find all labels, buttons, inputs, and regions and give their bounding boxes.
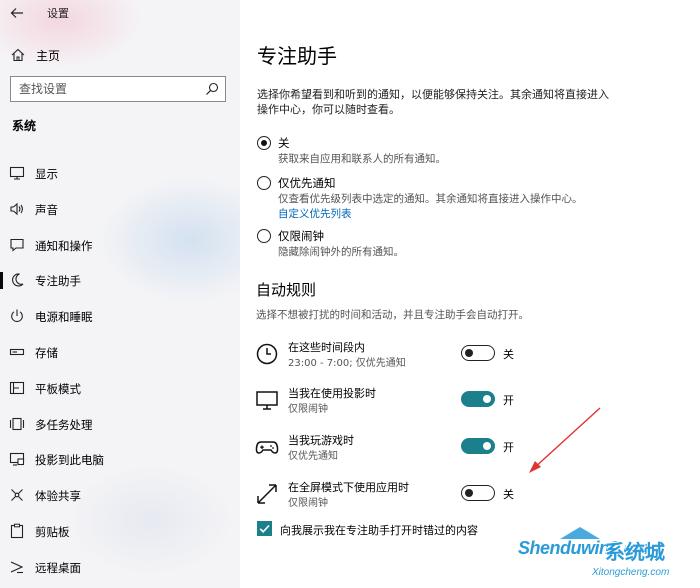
sidebar-item-label: 平板模式 bbox=[35, 381, 81, 396]
sidebar-item-label: 存储 bbox=[35, 345, 58, 360]
rule-time-window: 在这些时间段内 23:00 - 7:00; 仅优先通知 关 bbox=[255, 339, 555, 373]
home-icon bbox=[11, 48, 25, 62]
settings-window: 设置 主页 系统 显示 bbox=[0, 0, 700, 588]
gamepad-icon bbox=[255, 441, 279, 454]
sidebar-item-storage[interactable]: 存储 bbox=[0, 334, 240, 370]
storage-icon bbox=[9, 348, 25, 356]
toggle-knob bbox=[483, 442, 491, 450]
option-description: 仅查看优先级列表中选定的通知。其余通知将直接进入操作中心。 bbox=[278, 193, 583, 205]
rule-toggle[interactable] bbox=[461, 485, 495, 501]
moon-icon bbox=[12, 273, 24, 287]
toggle-knob bbox=[465, 348, 473, 357]
sidebar-item-notifications[interactable]: 通知和操作 bbox=[0, 227, 240, 263]
sidebar-item-power-sleep[interactable]: 电源和睡眠 bbox=[0, 298, 240, 334]
sidebar-item-label: 远程桌面 bbox=[35, 560, 81, 575]
remote-icon bbox=[10, 561, 24, 573]
main-content: 专注助手 选择你希望看到和听到的通知，以便能够保持关注。其余通知将直接进入操作中… bbox=[240, 0, 700, 588]
rule-playing-game: 当我玩游戏时 仅优先通知 开 bbox=[255, 432, 555, 466]
option-label: 仅优先通知 bbox=[278, 176, 336, 190]
rule-toggle[interactable] bbox=[461, 438, 495, 454]
radio-alarms-only[interactable] bbox=[257, 229, 271, 243]
option-label: 关 bbox=[278, 136, 290, 150]
title-bar: 设置 bbox=[0, 0, 240, 26]
rule-toggle[interactable] bbox=[461, 345, 495, 361]
radio-off[interactable] bbox=[257, 136, 271, 150]
sidebar-item-remote-desktop[interactable]: 远程桌面 bbox=[0, 549, 240, 585]
rule-full-screen: 在全屏模式下使用应用时 仅限闹钟 关 bbox=[255, 479, 555, 513]
search-icon[interactable] bbox=[205, 82, 219, 96]
auto-rules-heading: 自动规则 bbox=[256, 281, 317, 299]
option-label: 仅限闹钟 bbox=[278, 229, 324, 243]
monitor-icon bbox=[256, 391, 278, 410]
sidebar-home[interactable]: 主页 bbox=[0, 42, 240, 68]
watermark-cn: 系统城 bbox=[605, 540, 665, 564]
project-icon bbox=[9, 453, 25, 466]
sidebar-item-label: 投影到此电脑 bbox=[35, 453, 104, 468]
fullscreen-icon bbox=[257, 484, 277, 504]
sidebar-item-label: 声音 bbox=[35, 202, 58, 217]
toggle-knob bbox=[483, 395, 491, 403]
sidebar-item-label: 通知和操作 bbox=[35, 238, 93, 253]
multitask-icon bbox=[9, 417, 25, 430]
rule-duplicating-display: 当我在使用投影时 仅限闹钟 开 bbox=[255, 385, 555, 419]
home-label: 主页 bbox=[36, 49, 61, 63]
toggle-state-label: 关 bbox=[503, 348, 514, 361]
radio-priority-only[interactable] bbox=[257, 176, 271, 190]
rule-title: 当我在使用投影时 bbox=[288, 387, 376, 400]
watermark-sub: Xitongcheng.com bbox=[592, 567, 670, 578]
page-title: 专注助手 bbox=[257, 44, 337, 68]
sidebar-item-display[interactable]: 显示 bbox=[0, 155, 240, 191]
rule-title: 在全屏模式下使用应用时 bbox=[288, 481, 409, 494]
app-title: 设置 bbox=[47, 7, 69, 20]
section-label: 系统 bbox=[12, 119, 37, 133]
back-button[interactable] bbox=[8, 4, 26, 22]
sidebar-item-focus-assist[interactable]: 专注助手 bbox=[0, 262, 240, 298]
toggle-state-label: 开 bbox=[503, 441, 514, 454]
checkmark-icon bbox=[259, 524, 270, 533]
sidebar-item-label: 体验共享 bbox=[35, 489, 81, 504]
nav-list: 显示 声音 通知和操作 专注助手 电源和睡眠 存储 平板模式 多任务处理 投影到… bbox=[0, 155, 240, 585]
toggle-knob bbox=[465, 488, 473, 497]
option-description: 获取来自应用和联系人的所有通知。 bbox=[278, 153, 446, 165]
speaker-icon bbox=[10, 202, 23, 215]
tablet-icon bbox=[9, 381, 25, 394]
page-description: 选择你希望看到和听到的通知，以便能够保持关注。其余通知将直接进入操作中心，你可以… bbox=[257, 88, 609, 116]
missed-summary-checkbox[interactable] bbox=[257, 521, 272, 536]
sidebar: 设置 主页 系统 显示 bbox=[0, 0, 240, 588]
toggle-state-label: 开 bbox=[503, 394, 514, 407]
rule-meta[interactable]: 仅优先通知 bbox=[288, 447, 338, 462]
power-icon bbox=[11, 309, 23, 323]
rule-title: 当我玩游戏时 bbox=[288, 434, 354, 447]
rule-meta[interactable]: 仅限闹钟 bbox=[288, 494, 328, 509]
sidebar-item-shared-experiences[interactable]: 体验共享 bbox=[0, 477, 240, 513]
sidebar-item-label: 专注助手 bbox=[35, 274, 81, 289]
rule-meta[interactable]: 23:00 - 7:00; 仅优先通知 bbox=[288, 354, 406, 369]
missed-summary-label: 向我展示我在专注助手打开时错过的内容 bbox=[280, 524, 478, 537]
clock-icon bbox=[256, 343, 278, 365]
sidebar-item-multitasking[interactable]: 多任务处理 bbox=[0, 406, 240, 442]
back-arrow-icon bbox=[10, 8, 23, 18]
active-indicator bbox=[0, 272, 3, 290]
sidebar-item-tablet-mode[interactable]: 平板模式 bbox=[0, 370, 240, 406]
auto-rules-description: 选择不想被打扰的时间和活动，并且专注助手会自动打开。 bbox=[256, 309, 529, 321]
clipboard-icon bbox=[10, 523, 24, 539]
option-description: 隐藏除闹钟外的所有通知。 bbox=[278, 246, 404, 258]
customize-priority-list-link[interactable]: 自定义优先列表 bbox=[278, 206, 352, 221]
rule-toggle[interactable] bbox=[461, 391, 495, 407]
sidebar-item-label: 多任务处理 bbox=[35, 417, 93, 432]
sidebar-item-project-to-pc[interactable]: 投影到此电脑 bbox=[0, 441, 240, 477]
sidebar-item-label: 电源和睡眠 bbox=[35, 310, 93, 325]
search-box bbox=[10, 76, 226, 102]
monitor-icon bbox=[9, 166, 25, 180]
sidebar-item-clipboard[interactable]: 剪贴板 bbox=[0, 513, 240, 549]
sidebar-item-label: 显示 bbox=[35, 167, 58, 181]
rule-meta[interactable]: 仅限闹钟 bbox=[288, 400, 328, 415]
notification-icon bbox=[10, 238, 24, 252]
sidebar-item-label: 剪贴板 bbox=[35, 524, 70, 539]
sidebar-item-sound[interactable]: 声音 bbox=[0, 191, 240, 227]
toggle-state-label: 关 bbox=[503, 488, 514, 501]
rule-title: 在这些时间段内 bbox=[288, 341, 365, 354]
share-icon bbox=[11, 489, 23, 502]
search-input[interactable] bbox=[11, 77, 196, 101]
